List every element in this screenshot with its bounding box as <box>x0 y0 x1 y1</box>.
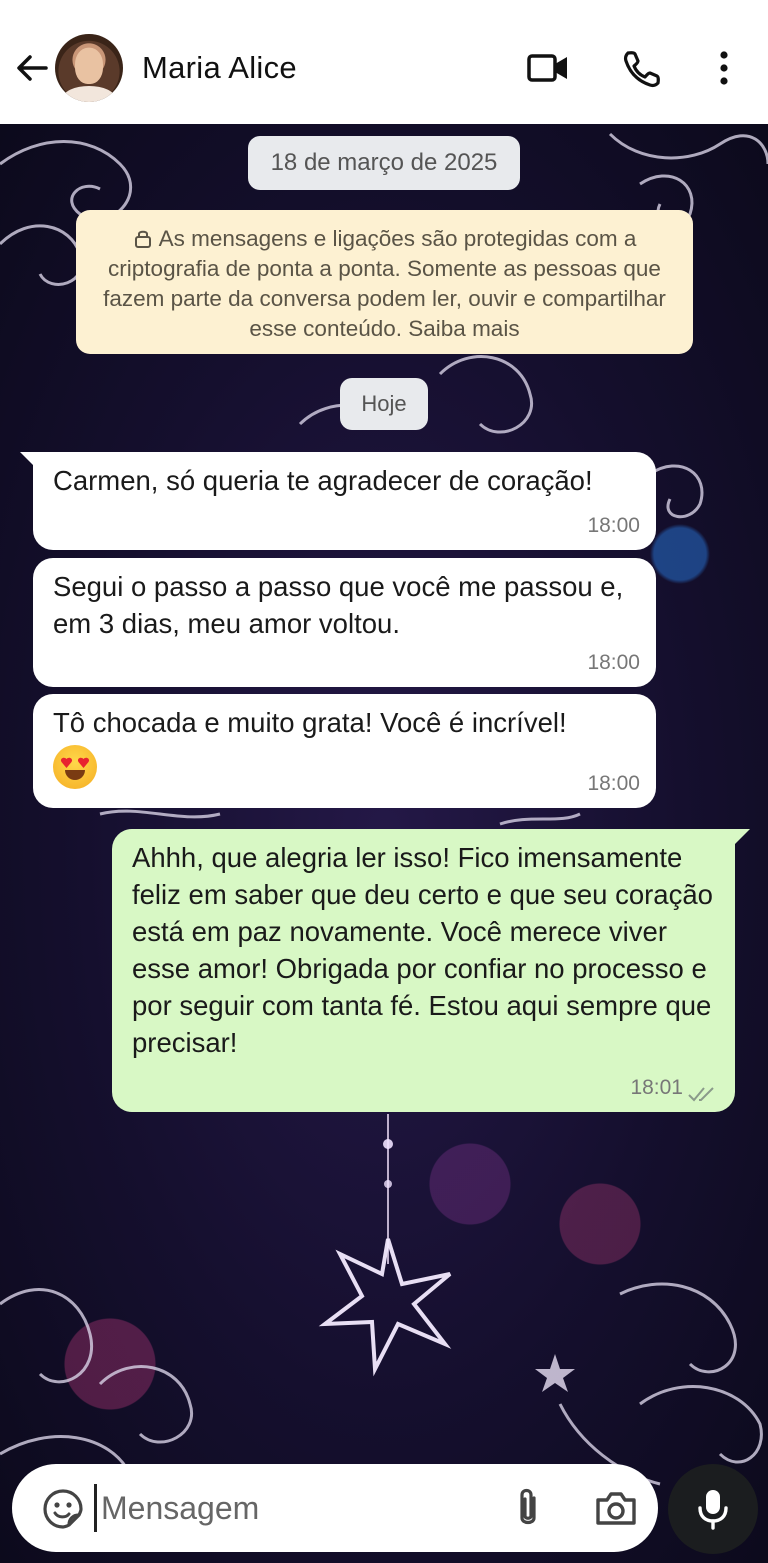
voice-record-button[interactable] <box>668 1464 758 1554</box>
more-vert-icon[interactable] <box>704 48 744 88</box>
microphone-icon <box>698 1490 728 1530</box>
sticker-icon[interactable] <box>42 1488 84 1530</box>
message-time: 18:01 <box>630 1076 683 1099</box>
camera-icon[interactable] <box>594 1488 638 1528</box>
encryption-notice-text: As mensagens e ligações são protegidas c… <box>103 226 666 341</box>
incoming-message[interactable]: Tô chocada e muito grata! Você é incríve… <box>33 694 656 808</box>
outgoing-message[interactable]: Ahhh, que alegria ler isso! Fico imensam… <box>112 829 735 1112</box>
encryption-notice[interactable]: As mensagens e ligações são protegidas c… <box>76 210 693 354</box>
today-divider: Hoje <box>340 378 428 430</box>
bubble-tail <box>734 829 750 845</box>
incoming-message[interactable]: Carmen, só queria te agradecer de coraçã… <box>33 452 656 550</box>
attach-icon[interactable] <box>510 1486 546 1530</box>
message-text: Segui o passo a passo que você me passou… <box>53 571 624 639</box>
avatar[interactable] <box>55 34 123 102</box>
chat-background[interactable]: 18 de março de 2025 As mensagens e ligaç… <box>0 124 768 1563</box>
message-text: Carmen, só queria te agradecer de coraçã… <box>53 465 593 496</box>
message-text: Tô chocada e muito grata! Você é incríve… <box>53 707 567 738</box>
chat-header: Maria Alice <box>0 0 768 124</box>
message-composer <box>12 1464 658 1552</box>
heart-eyes-emoji <box>53 745 97 789</box>
message-time: 18:00 <box>587 772 640 795</box>
read-double-check-icon <box>688 1087 714 1102</box>
arrow-left-icon[interactable] <box>14 50 50 86</box>
message-input[interactable] <box>94 1484 484 1532</box>
contact-name[interactable]: Maria Alice <box>142 50 297 86</box>
message-time: 18:00 <box>587 514 640 537</box>
lock-icon <box>134 230 151 248</box>
incoming-message[interactable]: Segui o passo a passo que você me passou… <box>33 558 656 687</box>
video-call-icon[interactable] <box>526 48 570 88</box>
voice-call-icon[interactable] <box>620 48 664 88</box>
message-text: Ahhh, que alegria ler isso! Fico imensam… <box>132 842 713 1058</box>
date-divider: 18 de março de 2025 <box>248 136 520 190</box>
message-time: 18:00 <box>587 651 640 674</box>
